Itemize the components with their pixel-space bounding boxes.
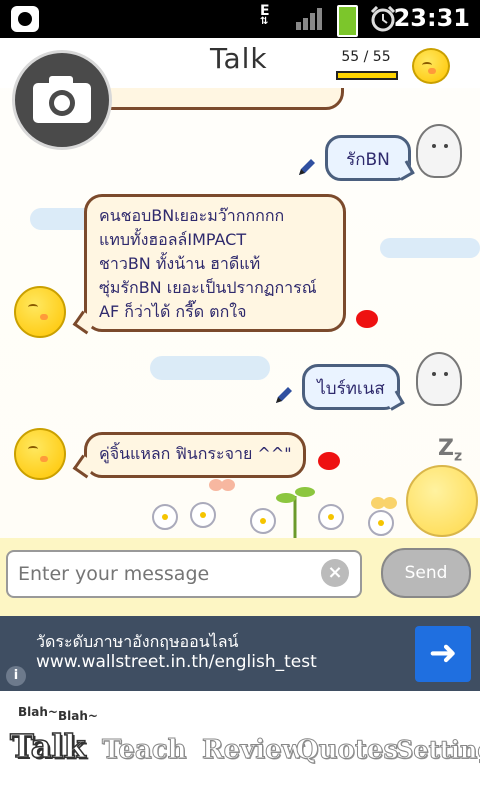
pencil-icon <box>299 159 315 175</box>
message-input[interactable] <box>6 550 362 598</box>
chick-avatar-icon <box>14 286 66 338</box>
butterfly-icon <box>209 479 235 491</box>
tab-talk[interactable]: Talk <box>9 726 86 766</box>
tab-review[interactable]: Review <box>201 735 304 766</box>
network-type-icon: E ⇅ <box>260 3 270 27</box>
message-text: รักBN <box>346 150 390 170</box>
message-text: ชาวBN ทั้งน้าน ฮาดีแท้ <box>99 254 261 273</box>
pencil-icon <box>276 387 292 403</box>
chick-avatar-icon <box>14 428 66 480</box>
tab-teach[interactable]: Teach <box>102 735 187 766</box>
app-notification-icon <box>11 6 39 32</box>
clear-icon[interactable]: × <box>321 559 349 587</box>
message-text: AF ก็ว่าได้ กรี๊ด ตกใจ <box>99 302 247 321</box>
tomato-icon <box>356 310 378 328</box>
send-button[interactable]: Send <box>381 548 471 598</box>
chat-area[interactable]: Talk 55 / 55 รักBN คนชอบBNเยอะมว๊ากกกกก … <box>0 38 480 616</box>
friend-avatar-icon <box>416 352 462 406</box>
signal-icon <box>296 8 322 30</box>
message-counter: 55 / 55 <box>341 49 391 65</box>
blah-label: Blah~ <box>58 709 98 723</box>
tomato-icon <box>318 452 340 470</box>
message-bubble-incoming: คู่จิ้นแหลก ฟินกระจาย ^^" <box>84 432 306 478</box>
battery-charging-icon <box>337 5 358 37</box>
bottom-tab-bar: Blah~ Blah~ Talk Teach Review Quotes Set… <box>0 691 480 800</box>
chick-avatar-icon <box>412 48 450 84</box>
flower-icon <box>152 504 178 530</box>
ad-banner[interactable]: วัดระดับภาษาอังกฤษออนไลน์ www.wallstreet… <box>0 616 480 691</box>
message-text: ซุ่มรักBN เยอะเป็นปรากฏการณ์ <box>99 278 317 297</box>
flower-icon <box>318 504 344 530</box>
clock: 23:31 <box>393 4 470 32</box>
friend-avatar-icon <box>416 124 462 178</box>
blah-label: Blah~ <box>18 705 58 719</box>
cloud-decoration <box>380 238 480 258</box>
butterfly-icon <box>371 497 397 509</box>
tab-setting[interactable]: Setting <box>395 735 480 765</box>
camera-icon <box>33 76 91 123</box>
camera-button[interactable] <box>12 50 112 150</box>
alarm-icon <box>370 6 396 32</box>
ad-url[interactable]: www.wallstreet.in.th/english_test <box>36 652 317 672</box>
message-text: คนชอบBNเยอะมว๊ากกกกก <box>99 206 285 225</box>
flower-icon <box>190 502 216 528</box>
message-input-row: × Send <box>0 540 480 616</box>
message-text: ไบร์ทเนส <box>317 379 385 399</box>
ad-arrow-icon[interactable]: ➜ <box>415 626 471 682</box>
counter-progress-bar <box>336 71 398 80</box>
sleep-z-icon: Zz <box>438 436 463 465</box>
ad-info-icon[interactable]: i <box>6 666 26 686</box>
sprout-icon <box>276 487 315 538</box>
message-bubble-incoming: คนชอบBNเยอะมว๊ากกกกก แทบทั้งฮอลล์IMPACT … <box>84 194 346 332</box>
message-text: คู่จิ้นแหลก ฟินกระจาย ^^" <box>99 444 292 463</box>
flower-icon <box>368 510 394 536</box>
message-text: แทบทั้งฮอลล์IMPACT <box>99 230 247 249</box>
cloud-decoration <box>150 356 270 380</box>
page-title: Talk <box>210 42 268 75</box>
message-bubble-outgoing: ไบร์ทเนส <box>302 364 400 410</box>
sleeping-chick-icon <box>406 465 478 537</box>
status-bar: E ⇅ 23:31 <box>0 0 480 38</box>
tab-quotes[interactable]: Quotes <box>295 735 398 766</box>
